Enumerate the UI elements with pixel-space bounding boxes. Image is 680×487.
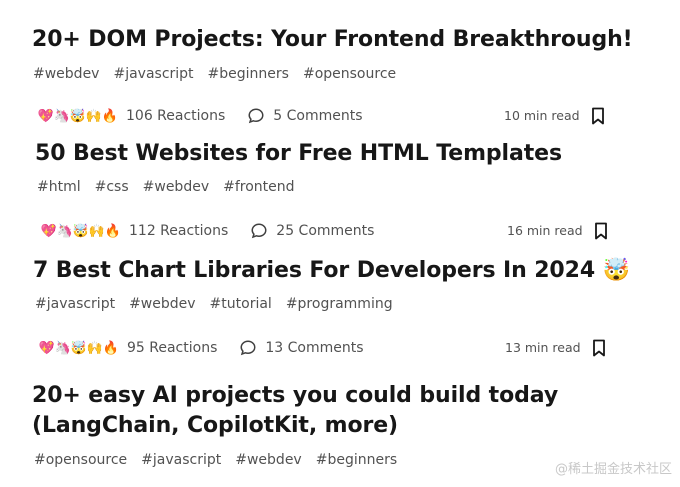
article-title[interactable]: 50 Best Websites for Free HTML Templates — [35, 139, 562, 169]
tag[interactable]: #javascript — [113, 66, 193, 82]
comment-icon — [247, 107, 265, 125]
tag[interactable]: #webdev — [235, 452, 301, 468]
reactions-count: 95 Reactions — [127, 340, 218, 356]
tag[interactable]: #html — [37, 179, 81, 195]
fire-icon: 🔥 — [101, 338, 121, 358]
watermark: @稀土掘金技术社区 — [554, 462, 672, 477]
reaction-emojis: 💖 🦄 🤯 🙌 🔥 — [39, 221, 123, 241]
bookmark-icon — [592, 107, 604, 125]
tag-list: #opensource #javascript #webdev #beginne… — [34, 452, 397, 468]
article-title[interactable]: 7 Best Chart Libraries For Developers In… — [33, 256, 630, 286]
reaction-emojis: 💖 🦄 🤯 🙌 🔥 — [37, 338, 121, 358]
bookmark-icon — [593, 339, 605, 357]
reactions-link[interactable]: 💖 🦄 🤯 🙌 🔥 112 Reactions — [39, 221, 228, 241]
comment-icon — [250, 222, 268, 240]
comments-count: 25 Comments — [276, 223, 375, 239]
tag[interactable]: #opensource — [303, 66, 396, 82]
tag-list: #javascript #webdev #tutorial #programmi… — [35, 296, 393, 312]
article-meta: 💖 🦄 🤯 🙌 🔥 112 Reactions 25 Comments — [39, 219, 374, 243]
comments-link[interactable]: 25 Comments — [250, 222, 374, 240]
reactions-count: 106 Reactions — [126, 108, 226, 124]
comments-link[interactable]: 13 Comments — [239, 339, 364, 357]
bookmark-button[interactable] — [588, 106, 608, 126]
tag[interactable]: #webdev — [33, 66, 99, 82]
reactions-link[interactable]: 💖 🦄 🤯 🙌 🔥 95 Reactions — [37, 338, 217, 358]
read-time: 10 min read — [504, 108, 580, 123]
tag[interactable]: #css — [95, 179, 129, 195]
reactions-link[interactable]: 💖 🦄 🤯 🙌 🔥 106 Reactions — [36, 106, 225, 126]
tag-list: #html #css #webdev #frontend — [37, 179, 295, 195]
read-time: 13 min read — [505, 340, 581, 355]
article-title[interactable]: 20+ DOM Projects: Your Frontend Breakthr… — [32, 25, 633, 55]
comment-icon — [239, 339, 257, 357]
bookmark-button[interactable] — [589, 338, 609, 358]
tag[interactable]: #javascript — [35, 296, 115, 312]
tag-list: #webdev #javascript #beginners #opensour… — [33, 66, 396, 82]
tag[interactable]: #webdev — [143, 179, 209, 195]
comments-link[interactable]: 5 Comments — [247, 107, 363, 125]
bookmark-button[interactable] — [591, 221, 611, 241]
tag[interactable]: #beginners — [208, 66, 289, 82]
comments-count: 5 Comments — [273, 108, 363, 124]
tag[interactable]: #webdev — [129, 296, 195, 312]
tag[interactable]: #opensource — [34, 452, 127, 468]
read-time: 16 min read — [507, 223, 583, 238]
fire-icon: 🔥 — [103, 221, 123, 241]
tag[interactable]: #javascript — [141, 452, 221, 468]
comments-count: 13 Comments — [265, 340, 364, 356]
tag[interactable]: #programming — [286, 296, 393, 312]
tag[interactable]: #beginners — [316, 452, 397, 468]
reaction-emojis: 💖 🦄 🤯 🙌 🔥 — [36, 106, 120, 126]
article-meta: 💖 🦄 🤯 🙌 🔥 106 Reactions 5 Comments — [36, 104, 363, 128]
bookmark-icon — [595, 222, 607, 240]
article-title-line-2[interactable]: (LangChain, CopilotKit, more) — [32, 411, 398, 441]
article-meta: 💖 🦄 🤯 🙌 🔥 95 Reactions 13 Comments — [37, 336, 364, 360]
tag[interactable]: #frontend — [223, 179, 294, 195]
reactions-count: 112 Reactions — [129, 223, 229, 239]
fire-icon: 🔥 — [100, 106, 120, 126]
article-title-line-1[interactable]: 20+ easy AI projects you could build tod… — [32, 381, 558, 411]
tag[interactable]: #tutorial — [210, 296, 272, 312]
